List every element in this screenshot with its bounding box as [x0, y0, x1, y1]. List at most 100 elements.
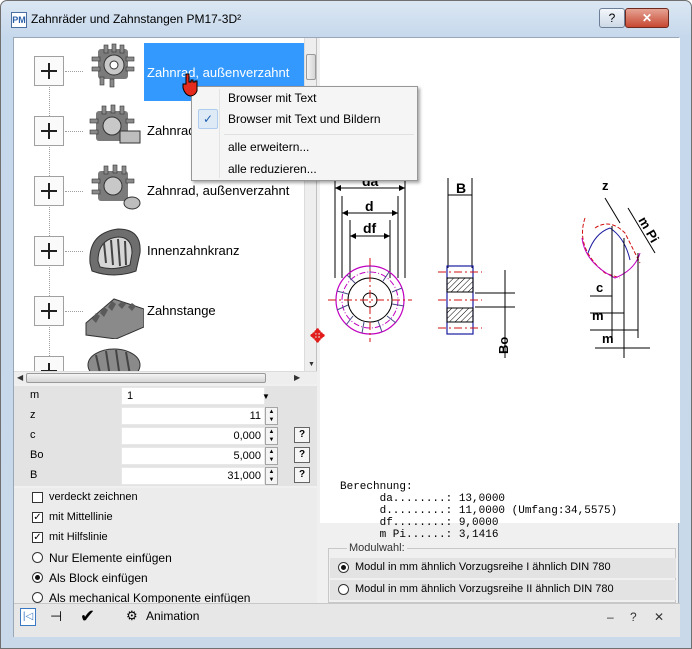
spur-gear-hub-thumbnail	[91, 164, 141, 210]
hand-cursor-icon	[182, 73, 198, 97]
label-m-pi: m Pi	[635, 214, 662, 245]
splitter-move-icon[interactable]: ✥	[310, 326, 325, 347]
option-als-block[interactable]: Als Block einfügen	[14, 568, 317, 588]
modul-option-2[interactable]: Modul in mm ähnlich Vorzugsreihe II ähnl…	[330, 580, 676, 600]
param-label: z	[30, 409, 36, 421]
bore-input[interactable]: 5,000	[121, 447, 265, 465]
rack-thumbnail	[85, 298, 144, 339]
checkbox[interactable]	[32, 492, 43, 503]
expand-icon[interactable]	[34, 236, 64, 266]
scroll-thumb[interactable]	[26, 373, 266, 383]
option-label: Nur Elemente einfügen	[49, 551, 172, 565]
scroll-down-arrow-icon[interactable]: ▼	[308, 361, 315, 368]
tree-item-label[interactable]: Innenzahnkranz	[147, 243, 240, 258]
context-menu: Browser mit Text ✓ Browser mit Text und …	[191, 86, 418, 181]
menu-item-label: alle erweitern...	[228, 140, 310, 154]
window-title: Zahnräder und Zahnstangen PM17-3D²	[31, 12, 242, 26]
param-label: c	[30, 429, 36, 441]
width-input[interactable]: 31,000	[121, 467, 265, 485]
label-bo: Bo	[496, 337, 511, 354]
spinner-icon[interactable]: ▲ ▼	[265, 447, 278, 465]
app-icon: PM	[11, 12, 27, 28]
tree-horizontal-scrollbar[interactable]: ◀ ▶	[14, 371, 317, 384]
option-label: mit Hilfslinie	[49, 531, 108, 543]
tree-item-label[interactable]: Zahnrad, außenverzahnt	[147, 183, 289, 198]
tree-connector	[65, 131, 83, 132]
scroll-right-arrow-icon[interactable]: ▶	[294, 373, 300, 382]
radio-button[interactable]	[32, 592, 43, 603]
menu-item-expand-all[interactable]: alle erweitern...	[194, 136, 415, 158]
label-b: B	[456, 180, 466, 196]
minimize-icon[interactable]: –	[607, 610, 614, 624]
expand-icon[interactable]	[34, 116, 64, 146]
scroll-left-arrow-icon[interactable]: ◀	[17, 373, 23, 382]
expand-icon[interactable]	[34, 356, 64, 371]
param-row-z: z 11 ▲ ▼	[14, 406, 317, 426]
checkbox-checked[interactable]: ✓	[32, 512, 43, 523]
tree-item[interactable]: Zahnstange	[14, 280, 304, 340]
menu-item-browser-text[interactable]: Browser mit Text	[194, 87, 415, 109]
label-d: d	[365, 198, 374, 214]
expand-icon[interactable]	[34, 56, 64, 86]
menu-item-collapse-all[interactable]: alle reduzieren...	[194, 158, 415, 180]
teeth-count-input[interactable]: 11	[121, 407, 265, 425]
tree-item-label[interactable]: Zahnstange	[147, 303, 216, 318]
menu-separator	[224, 134, 414, 135]
param-label: B	[30, 469, 38, 481]
spur-gear-thumbnail	[91, 43, 135, 88]
chevron-down-icon[interactable]: ▼	[262, 392, 270, 401]
radio-button-selected[interactable]	[32, 572, 43, 583]
radio-button-selected[interactable]	[338, 562, 349, 573]
bottom-toolbar: |◁ ⊣ ✔ ⚙ Animation – ? ✕	[14, 603, 680, 637]
tree-connector	[65, 311, 83, 312]
help-question-button[interactable]: ?	[294, 467, 310, 483]
menu-item-label: alle reduzieren...	[228, 162, 317, 176]
pin-icon[interactable]: ⊣	[50, 608, 62, 625]
label-m-2: m	[602, 331, 614, 346]
internal-ring-gear-thumbnail	[89, 228, 141, 276]
modulwahl-group: Modulwahl: Modul in mm ähnlich Vorzugsre…	[320, 542, 680, 603]
param-row-c: c 0,000 ▲ ▼ ?	[14, 426, 317, 446]
clearance-input[interactable]: 0,000	[121, 427, 265, 445]
expand-icon[interactable]	[34, 296, 64, 326]
option-mittellinie[interactable]: ✓ mit Mittellinie	[14, 508, 317, 528]
checkbox-checked[interactable]: ✓	[32, 532, 43, 543]
option-hilfslinie[interactable]: ✓ mit Hilfslinie	[14, 528, 317, 548]
animation-icon[interactable]: ⚙	[126, 608, 138, 624]
tree-item[interactable]: Innenzahnkranz	[14, 220, 304, 280]
group-legend: Modulwahl:	[347, 542, 407, 554]
option-label: verdeckt zeichnen	[49, 491, 138, 503]
modul-option-1[interactable]: Modul in mm ähnlich Vorzugsreihe I ähnli…	[330, 558, 676, 578]
menu-item-label: Browser mit Text und Bildern	[228, 112, 381, 126]
option-verdeckt[interactable]: verdeckt zeichnen	[14, 488, 317, 508]
help-button[interactable]: ?	[599, 8, 625, 28]
tree-item[interactable]	[14, 340, 304, 371]
close-button[interactable]: ✕	[625, 8, 669, 28]
help-question-button[interactable]: ?	[294, 427, 310, 443]
worm-thumbnail	[87, 348, 141, 371]
option-nur-elemente[interactable]: Nur Elemente einfügen	[14, 548, 317, 568]
spinner-icon[interactable]: ▲ ▼	[265, 407, 278, 425]
tree-connector	[65, 71, 83, 72]
collapse-panel-icon[interactable]: |◁	[20, 608, 36, 626]
label-df: df	[363, 220, 377, 236]
option-label: mit Mittellinie	[49, 511, 113, 523]
help-icon[interactable]: ?	[630, 610, 637, 624]
option-label: Modul in mm ähnlich Vorzugsreihe II ähnl…	[355, 583, 614, 595]
spinner-icon[interactable]: ▲ ▼	[265, 427, 278, 445]
param-label: Bo	[30, 449, 44, 461]
radio-button[interactable]	[338, 584, 349, 595]
module-dropdown[interactable]: 1	[121, 387, 265, 405]
main-window: PM Zahnräder und Zahnstangen PM17-3D² ? …	[0, 0, 692, 649]
radio-button[interactable]	[32, 552, 43, 563]
help-question-button[interactable]: ?	[294, 447, 310, 463]
label-c: c	[596, 280, 603, 295]
scroll-thumb[interactable]	[306, 54, 316, 80]
menu-item-browser-text-images[interactable]: ✓ Browser mit Text und Bildern	[194, 108, 415, 130]
spinner-icon[interactable]: ▲ ▼	[265, 467, 278, 485]
tree-connector	[65, 251, 83, 252]
ok-check-icon[interactable]: ✔	[80, 606, 95, 627]
animation-button[interactable]: Animation	[146, 609, 199, 623]
close-icon[interactable]: ✕	[654, 610, 664, 624]
expand-icon[interactable]	[34, 176, 64, 206]
